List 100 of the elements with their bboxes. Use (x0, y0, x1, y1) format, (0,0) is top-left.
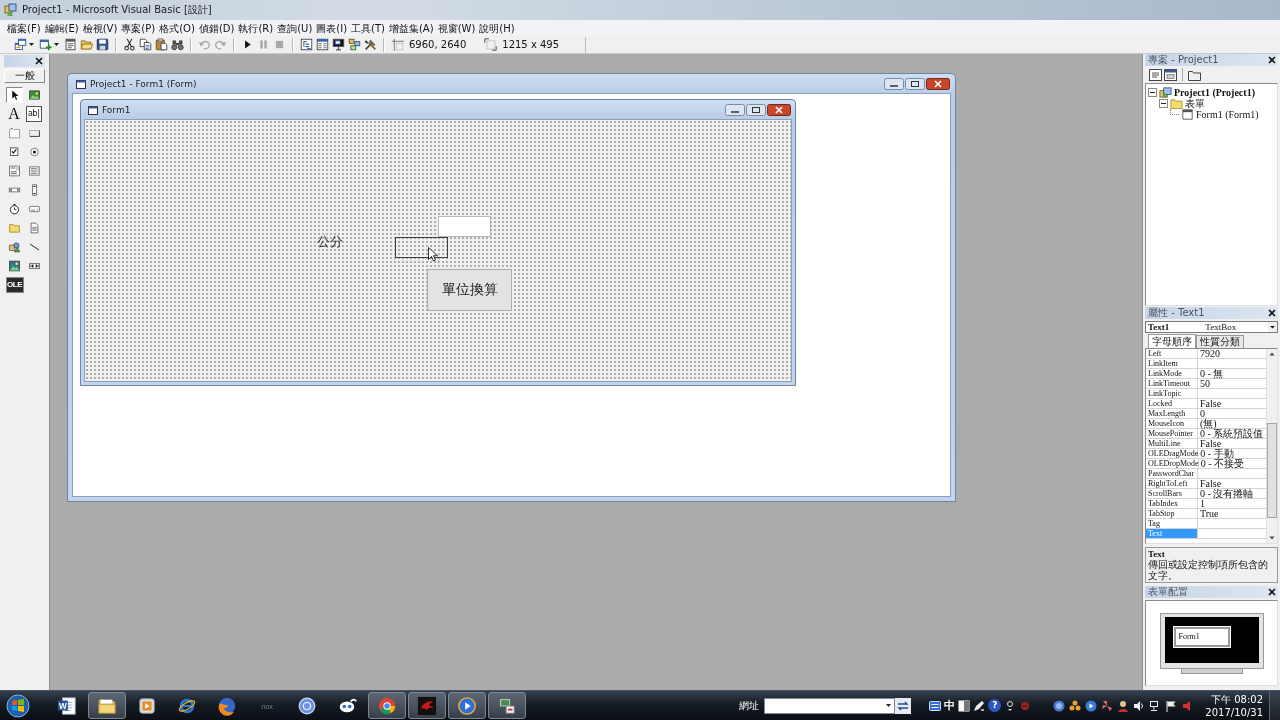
window-plus-icon[interactable] (38, 38, 52, 51)
pointer-icon[interactable] (5, 87, 23, 103)
menu-item[interactable]: 執行(R) (236, 21, 276, 35)
disc-icon[interactable] (1053, 699, 1066, 712)
close-icon[interactable] (1268, 588, 1276, 596)
property-name[interactable]: LinkTopic (1146, 389, 1198, 399)
window-icon[interactable] (1164, 68, 1177, 81)
property-name[interactable]: LinkTimeout (1146, 379, 1198, 389)
property-name[interactable]: LinkItem (1146, 359, 1198, 369)
text-field[interactable] (438, 216, 491, 237)
folder-icon[interactable] (1188, 68, 1201, 81)
property-name[interactable]: RightToLeft (1146, 479, 1198, 489)
scissors-icon[interactable] (122, 38, 136, 51)
property-name[interactable]: MousePointer (1146, 429, 1198, 439)
collapse-icon[interactable] (1159, 99, 1168, 108)
fan-icon[interactable] (1101, 699, 1114, 712)
text-field[interactable] (395, 237, 448, 258)
tab[interactable]: 性質分類 (1196, 335, 1244, 348)
scrollbar-thumb[interactable] (1267, 423, 1277, 518)
property-name[interactable]: TabStop (1146, 509, 1198, 519)
property-value[interactable]: (無) (1198, 419, 1266, 429)
copy-icon[interactable] (138, 38, 152, 51)
close-icon[interactable] (926, 77, 950, 90)
volume-icon[interactable] (1133, 699, 1146, 712)
flag-icon[interactable] (1165, 699, 1178, 712)
tree-window-icon[interactable] (299, 38, 313, 51)
menu-item[interactable]: 檔案(F) (5, 21, 43, 35)
menu-item[interactable]: 視窗(W) (435, 21, 478, 35)
tools-icon[interactable] (363, 38, 377, 51)
collapse-icon[interactable] (1148, 88, 1157, 97)
menu-item[interactable]: 工具(T) (349, 21, 387, 35)
flower-icon[interactable] (1069, 699, 1082, 712)
split-tile-icon[interactable] (958, 699, 971, 712)
property-name[interactable]: Locked (1146, 399, 1198, 409)
page-lines-icon[interactable] (1149, 68, 1162, 81)
property-value[interactable]: 50 (1198, 379, 1266, 389)
property-name[interactable]: Left (1146, 349, 1198, 359)
property-name[interactable]: MouseIcon (1146, 419, 1198, 429)
taskbar-button[interactable] (88, 692, 126, 719)
menu-item[interactable]: 偵錯(D) (196, 21, 237, 35)
taskbar-button[interactable] (488, 692, 526, 719)
property-name[interactable]: OLEDragMode (1146, 449, 1199, 459)
clock[interactable]: 下午 08:02 2017/10/31 (1205, 692, 1263, 719)
binoculars-icon[interactable] (170, 38, 184, 51)
maximize-icon[interactable] (905, 77, 925, 90)
boxes-icon[interactable] (347, 38, 361, 51)
property-value[interactable]: False (1198, 479, 1266, 489)
menu-item[interactable]: 格式(O) (157, 21, 197, 35)
menu-item[interactable]: 圖表(I) (314, 21, 350, 35)
help-button[interactable]: ? (988, 699, 1002, 712)
tab[interactable]: 字母順序 (1148, 334, 1196, 348)
tree-item[interactable]: Project1 (Project1) (1174, 87, 1255, 98)
caret-icon[interactable] (1268, 322, 1277, 332)
property-name[interactable]: TabIndex (1146, 499, 1198, 509)
menu-item[interactable]: 說明(H) (477, 21, 517, 35)
input-mode-indicator[interactable]: 中 (944, 699, 956, 712)
paste-icon[interactable] (154, 38, 168, 51)
menu-item[interactable]: 專案(P) (119, 21, 158, 35)
property-value[interactable]: 0 (1198, 409, 1266, 419)
show-desktop-button[interactable] (1269, 691, 1280, 720)
property-name[interactable]: LinkMode (1146, 369, 1198, 379)
property-value[interactable]: 0 - 沒有捲軸 (1198, 489, 1266, 499)
maximize-icon[interactable] (746, 103, 766, 116)
close-icon[interactable] (1268, 309, 1276, 317)
address-field[interactable] (764, 697, 896, 714)
window-stack-icon[interactable] (13, 38, 27, 51)
property-name[interactable]: PasswordChar (1146, 469, 1198, 479)
property-list-icon[interactable] (315, 38, 329, 51)
property-name[interactable]: ScrollBars (1146, 489, 1198, 499)
property-value[interactable]: 0 - 無 (1198, 369, 1266, 379)
scrollbar[interactable] (1266, 349, 1277, 543)
menu-item[interactable]: 編輯(E) (42, 21, 81, 35)
minimize-icon[interactable] (725, 103, 745, 116)
caret-icon[interactable] (886, 704, 892, 707)
ole-tool[interactable]: OLE (5, 277, 24, 293)
toolbox-tab[interactable]: 一般 (4, 69, 45, 83)
close-icon[interactable] (1268, 56, 1276, 64)
property-value[interactable]: False (1198, 439, 1266, 449)
property-name[interactable]: OLEDropMode (1146, 459, 1199, 469)
object-dropdown[interactable]: Text1 TextBox (1145, 321, 1278, 333)
tree-item[interactable]: 表單 (1185, 98, 1205, 109)
caret-icon[interactable] (54, 43, 59, 46)
tree-item[interactable]: Form1 (Form1) (1196, 109, 1259, 120)
taskbar-button[interactable]: nox (248, 692, 286, 719)
play-circle-icon[interactable] (1085, 699, 1098, 712)
monitor-icon[interactable] (331, 38, 345, 51)
pen-icon[interactable] (973, 699, 986, 712)
taskbar-button[interactable]: W (48, 692, 86, 719)
close-icon[interactable] (767, 103, 791, 116)
label-tool[interactable]: A (5, 106, 23, 122)
textbox-tool[interactable]: ab| (25, 106, 42, 122)
menu-item[interactable]: 查詢(U) (275, 21, 315, 35)
property-value[interactable]: True (1198, 509, 1266, 519)
property-value[interactable]: 1 (1198, 499, 1266, 509)
command-button[interactable]: 單位換算 (427, 269, 512, 311)
caret-icon[interactable] (29, 43, 34, 46)
property-value[interactable]: 7920 (1198, 349, 1266, 359)
start-orb-icon[interactable] (6, 693, 30, 718)
person-icon[interactable] (1117, 699, 1130, 712)
lines-tile-icon[interactable] (929, 699, 942, 712)
